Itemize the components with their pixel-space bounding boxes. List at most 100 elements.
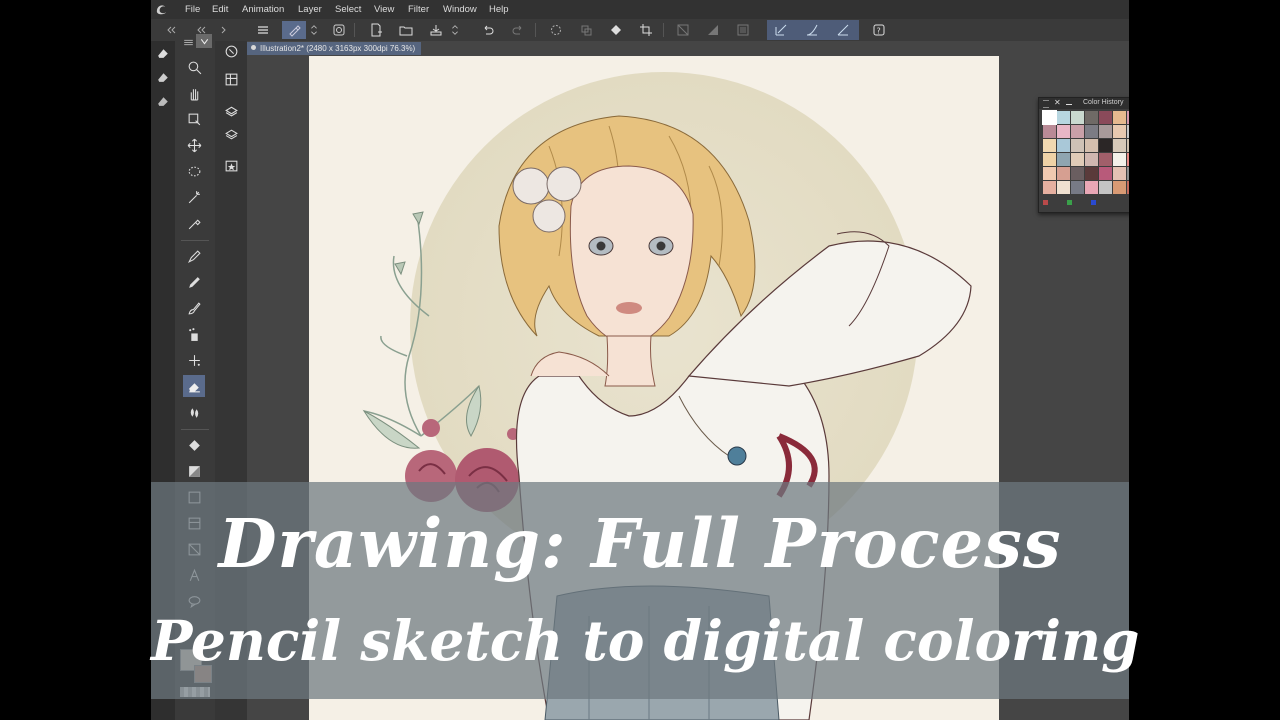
sub-view-icon[interactable] — [220, 68, 242, 90]
color-swatch[interactable] — [1127, 111, 1129, 124]
eraser-tool-icon[interactable] — [183, 375, 205, 397]
color-swatch[interactable] — [1071, 181, 1084, 194]
zoom-tool-icon[interactable] — [183, 56, 205, 78]
color-swatch[interactable] — [1042, 110, 1057, 125]
color-swatch[interactable] — [1057, 153, 1070, 166]
color-swatch[interactable] — [1043, 181, 1056, 194]
border-icon[interactable] — [733, 21, 753, 39]
pen-tool-icon[interactable] — [183, 245, 205, 267]
color-swatch[interactable] — [1113, 111, 1126, 124]
color-swatch[interactable] — [1057, 139, 1070, 152]
color-swatch[interactable] — [1085, 111, 1098, 124]
color-swatch[interactable] — [1127, 181, 1129, 194]
color-swatch[interactable] — [1113, 125, 1126, 138]
color-swatch[interactable] — [1127, 153, 1129, 166]
brush-mode-icon[interactable] — [282, 21, 306, 39]
hand-tool-icon[interactable] — [183, 82, 205, 104]
color-swatch[interactable] — [1057, 111, 1070, 124]
color-swatch[interactable] — [1099, 139, 1112, 152]
fill-bucket-icon[interactable] — [606, 21, 626, 39]
menu-layer[interactable]: Layer — [298, 4, 322, 15]
menu-help[interactable]: Help — [489, 4, 509, 15]
ruler-snap-icon[interactable] — [771, 21, 791, 39]
operation-tool-icon[interactable] — [183, 108, 205, 130]
color-swatch[interactable] — [1057, 125, 1070, 138]
menu-file[interactable]: File — [185, 4, 200, 15]
layer-property-icon[interactable] — [220, 99, 242, 121]
transform-icon[interactable] — [576, 21, 596, 39]
color-swatch[interactable] — [1127, 139, 1129, 152]
color-swatch[interactable] — [1043, 139, 1056, 152]
color-swatch[interactable] — [1113, 153, 1126, 166]
stepper-icon[interactable] — [308, 21, 320, 39]
minimize-icon[interactable] — [1066, 104, 1072, 105]
color-swatch[interactable] — [1085, 167, 1098, 180]
brush-tool-icon[interactable] — [183, 297, 205, 319]
color-swatch[interactable] — [1099, 153, 1112, 166]
gradient-icon[interactable] — [703, 21, 723, 39]
redo-icon[interactable] — [508, 21, 528, 39]
special-ruler-icon[interactable] — [802, 21, 822, 39]
eraser-shortcut-icon[interactable] — [152, 41, 174, 63]
color-swatch[interactable] — [1085, 181, 1098, 194]
app-logo-icon[interactable] — [155, 3, 168, 16]
color-swatch[interactable] — [1099, 125, 1112, 138]
color-swatch[interactable] — [1099, 181, 1112, 194]
footer-dot-blue[interactable] — [1091, 200, 1096, 205]
new-file-icon[interactable] — [366, 21, 386, 39]
color-swatch[interactable] — [1113, 181, 1126, 194]
color-swatch[interactable] — [1085, 153, 1098, 166]
pencil-tool-icon[interactable] — [183, 271, 205, 293]
document-tab[interactable]: Illustration2* (2480 x 3163px 300dpi 76.… — [247, 42, 422, 55]
auto-select-tool-icon[interactable] — [183, 186, 205, 208]
hamburger-menu-icon[interactable] — [253, 21, 273, 39]
crop-icon[interactable] — [636, 21, 656, 39]
menu-edit[interactable]: Edit — [212, 4, 228, 15]
color-swatch[interactable] — [1071, 111, 1084, 124]
menu-select[interactable]: Select — [335, 4, 361, 15]
selection-tool-icon[interactable] — [183, 160, 205, 182]
undo-icon[interactable] — [478, 21, 498, 39]
airbrush-tool-icon[interactable] — [183, 323, 205, 345]
save-options-icon[interactable] — [449, 21, 461, 39]
color-swatch[interactable] — [1127, 167, 1129, 180]
collapse-left-icon[interactable] — [165, 21, 179, 39]
color-swatch[interactable] — [1085, 139, 1098, 152]
color-swatch[interactable] — [1057, 181, 1070, 194]
color-swatch[interactable] — [1071, 153, 1084, 166]
clear-layer-icon[interactable] — [673, 21, 693, 39]
color-swatch[interactable] — [1099, 167, 1112, 180]
gradient-tool-icon[interactable] — [183, 460, 205, 482]
help-icon[interactable]: ? — [869, 21, 889, 39]
material-icon[interactable] — [220, 154, 242, 176]
eraser-shortcut-icon-3[interactable] — [152, 89, 174, 111]
loading-icon[interactable] — [546, 21, 566, 39]
open-folder-icon[interactable] — [396, 21, 416, 39]
footer-dot-green[interactable] — [1067, 200, 1072, 205]
save-icon[interactable] — [426, 21, 446, 39]
close-icon[interactable]: ✕ — [1054, 98, 1061, 107]
color-swatch[interactable] — [1127, 125, 1129, 138]
color-swatch[interactable] — [1057, 167, 1070, 180]
navigator-icon[interactable] — [220, 40, 242, 62]
footer-dot-red[interactable] — [1043, 200, 1048, 205]
layer-target-icon[interactable] — [329, 21, 349, 39]
menu-window[interactable]: Window — [443, 4, 477, 15]
blend-tool-icon[interactable] — [183, 401, 205, 423]
grid-snap-icon[interactable] — [833, 21, 853, 39]
move-tool-icon[interactable] — [183, 134, 205, 156]
color-swatch[interactable] — [1043, 167, 1056, 180]
collapse-tools-icon[interactable] — [217, 21, 231, 39]
color-swatch[interactable] — [1043, 125, 1056, 138]
palette-menu-icon[interactable] — [180, 35, 196, 49]
layers-icon[interactable] — [220, 123, 242, 145]
color-swatch[interactable] — [1085, 125, 1098, 138]
color-swatch[interactable] — [1071, 139, 1084, 152]
menu-filter[interactable]: Filter — [408, 4, 429, 15]
color-swatch[interactable] — [1071, 167, 1084, 180]
palette-grip-icon[interactable] — [1043, 100, 1049, 108]
eyedropper-tool-icon[interactable] — [183, 212, 205, 234]
menu-view[interactable]: View — [374, 4, 394, 15]
palette-dropdown-icon[interactable] — [196, 34, 212, 48]
color-swatch[interactable] — [1099, 111, 1112, 124]
